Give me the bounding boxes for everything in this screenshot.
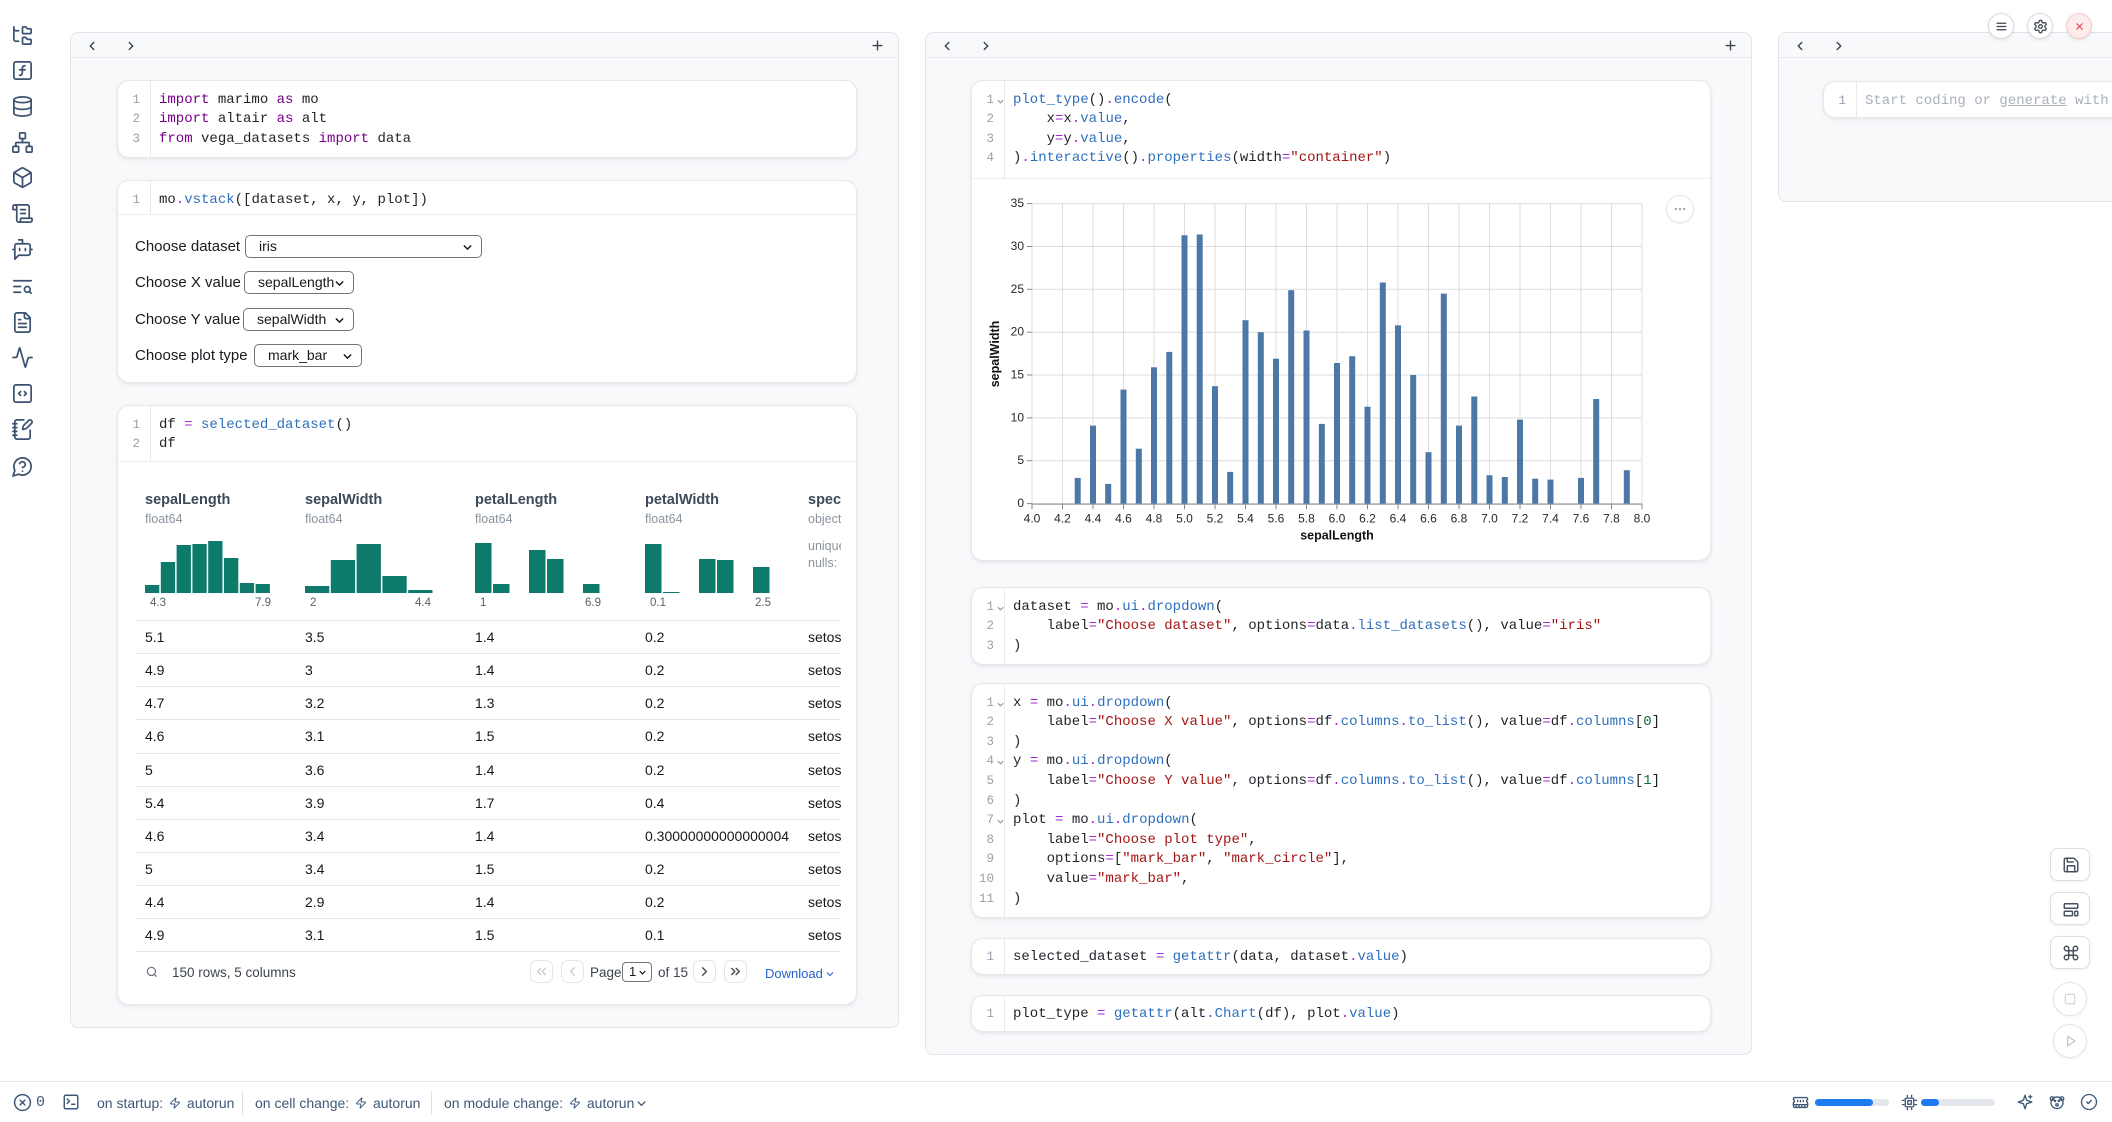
svg-text:sepalLength: sepalLength [1300, 529, 1374, 543]
svg-text:4.2: 4.2 [1054, 512, 1071, 526]
svg-text:4.6: 4.6 [1115, 512, 1132, 526]
svg-text:6.8: 6.8 [1451, 512, 1468, 526]
svg-text:7.2: 7.2 [1512, 512, 1529, 526]
svg-text:sepalWidth: sepalWidth [988, 321, 1002, 388]
svg-text:6.0: 6.0 [1329, 512, 1346, 526]
svg-text:35: 35 [1011, 196, 1025, 210]
svg-text:4.0: 4.0 [1024, 512, 1041, 526]
svg-text:6.6: 6.6 [1420, 512, 1437, 526]
svg-text:6.4: 6.4 [1390, 512, 1407, 526]
svg-text:5.8: 5.8 [1298, 512, 1315, 526]
svg-text:5.4: 5.4 [1237, 512, 1254, 526]
svg-text:5.2: 5.2 [1207, 512, 1224, 526]
svg-text:5.6: 5.6 [1268, 512, 1285, 526]
svg-text:15: 15 [1011, 368, 1025, 382]
svg-text:8.0: 8.0 [1634, 512, 1651, 526]
svg-text:7.6: 7.6 [1573, 512, 1590, 526]
svg-text:5.0: 5.0 [1176, 512, 1193, 526]
svg-text:10: 10 [1011, 410, 1025, 424]
svg-text:7.4: 7.4 [1542, 512, 1559, 526]
svg-text:4.4: 4.4 [1085, 512, 1102, 526]
svg-text:25: 25 [1011, 282, 1025, 296]
svg-text:30: 30 [1011, 239, 1025, 253]
svg-text:4.8: 4.8 [1146, 512, 1163, 526]
svg-text:5: 5 [1017, 453, 1024, 467]
svg-text:7.0: 7.0 [1481, 512, 1498, 526]
svg-text:20: 20 [1011, 325, 1025, 339]
svg-text:7.8: 7.8 [1603, 512, 1620, 526]
svg-text:6.2: 6.2 [1359, 512, 1376, 526]
svg-text:0: 0 [1017, 496, 1024, 510]
